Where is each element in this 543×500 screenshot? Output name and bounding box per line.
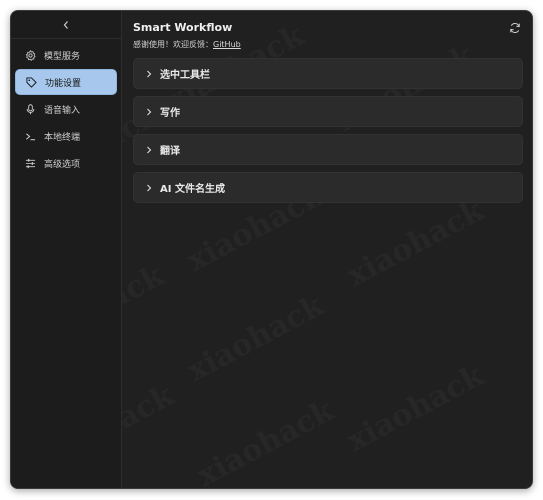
sidebar-item-model-service[interactable]: 模型服务 xyxy=(15,42,117,68)
subtitle-text: 感谢使用！欢迎反馈： xyxy=(133,40,213,49)
sidebar-item-label: 模型服务 xyxy=(44,51,81,62)
tag-icon xyxy=(25,76,37,88)
chevron-right-icon xyxy=(144,184,154,192)
panel-ai-filename[interactable]: AI 文件名生成 xyxy=(133,172,523,203)
chevron-right-icon xyxy=(144,108,154,116)
chevron-right-icon xyxy=(144,70,154,78)
terminal-icon xyxy=(24,130,36,142)
panel-translation[interactable]: 翻译 xyxy=(133,134,523,165)
main-content: Smart Workflow 感谢使用！欢迎反馈：GitHub 选中工具栏 写作… xyxy=(122,11,532,488)
sidebar-item-label: 本地终端 xyxy=(44,132,81,143)
sidebar-item-feature-settings[interactable]: 功能设置 xyxy=(15,69,117,95)
panel-label: 选中工具栏 xyxy=(160,70,210,81)
sidebar-item-local-terminal[interactable]: 本地终端 xyxy=(15,123,117,149)
microphone-icon xyxy=(24,103,36,115)
sidebar-item-label: 功能设置 xyxy=(45,78,82,89)
panel-writing[interactable]: 写作 xyxy=(133,96,523,127)
sidebar-divider xyxy=(11,38,121,39)
page-title: Smart Workflow xyxy=(133,21,233,34)
gear-icon xyxy=(24,49,36,61)
settings-panels: 选中工具栏 写作 翻译 AI 文件名生成 xyxy=(133,58,523,210)
sidebar-nav: 模型服务 功能设置 语音输入 本地终端 高级选项 xyxy=(15,42,117,177)
sidebar-item-label: 语音输入 xyxy=(44,105,81,116)
chevron-right-icon xyxy=(144,146,154,154)
sliders-icon xyxy=(24,157,36,169)
chevron-left-icon xyxy=(62,19,70,34)
panel-label: AI 文件名生成 xyxy=(160,184,225,195)
panel-label: 写作 xyxy=(160,108,180,119)
panel-label: 翻译 xyxy=(160,146,180,157)
panel-selection-toolbar[interactable]: 选中工具栏 xyxy=(133,58,523,89)
sidebar-item-label: 高级选项 xyxy=(44,159,81,170)
collapse-sidebar-button[interactable] xyxy=(11,15,121,37)
sidebar-item-voice-input[interactable]: 语音输入 xyxy=(15,96,117,122)
page-subtitle: 感谢使用！欢迎反馈：GitHub xyxy=(133,39,241,50)
sidebar: 模型服务 功能设置 语音输入 本地终端 高级选项 xyxy=(11,11,122,488)
settings-window: xiaohack xiaohack xiaohack xiaohack xiao… xyxy=(10,10,533,489)
refresh-icon xyxy=(509,19,521,38)
github-link[interactable]: GitHub xyxy=(213,40,241,49)
refresh-button[interactable] xyxy=(508,21,522,35)
sidebar-item-advanced-options[interactable]: 高级选项 xyxy=(15,150,117,176)
